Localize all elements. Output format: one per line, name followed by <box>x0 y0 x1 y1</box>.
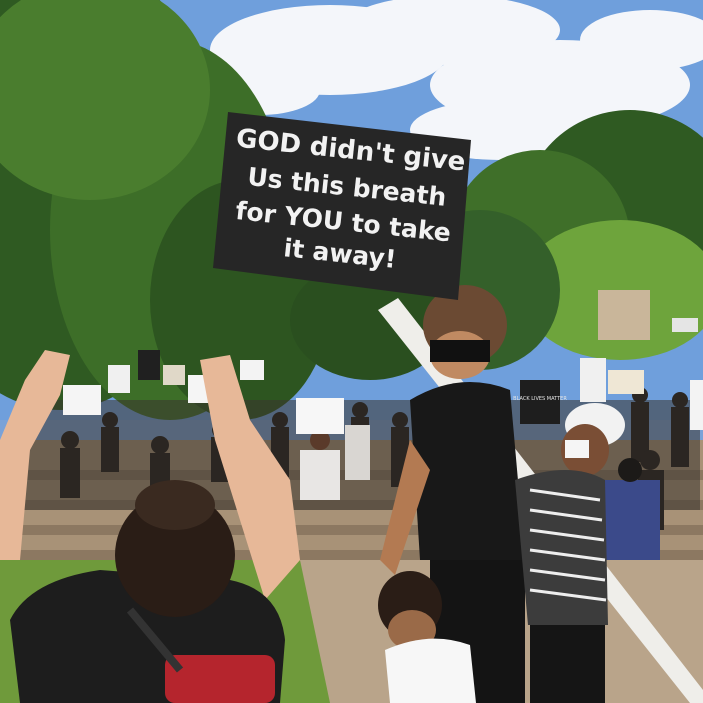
photo-canvas: BLACK LIVES MATTER GOD didn't give Us th… <box>0 0 703 703</box>
black-lives-matter-sign-text: BLACK LIVES MATTER <box>513 396 567 402</box>
protest-sign: GOD didn't give Us this breath for YOU t… <box>213 112 471 300</box>
protest-photo: BLACK LIVES MATTER GOD didn't give Us th… <box>0 0 703 703</box>
